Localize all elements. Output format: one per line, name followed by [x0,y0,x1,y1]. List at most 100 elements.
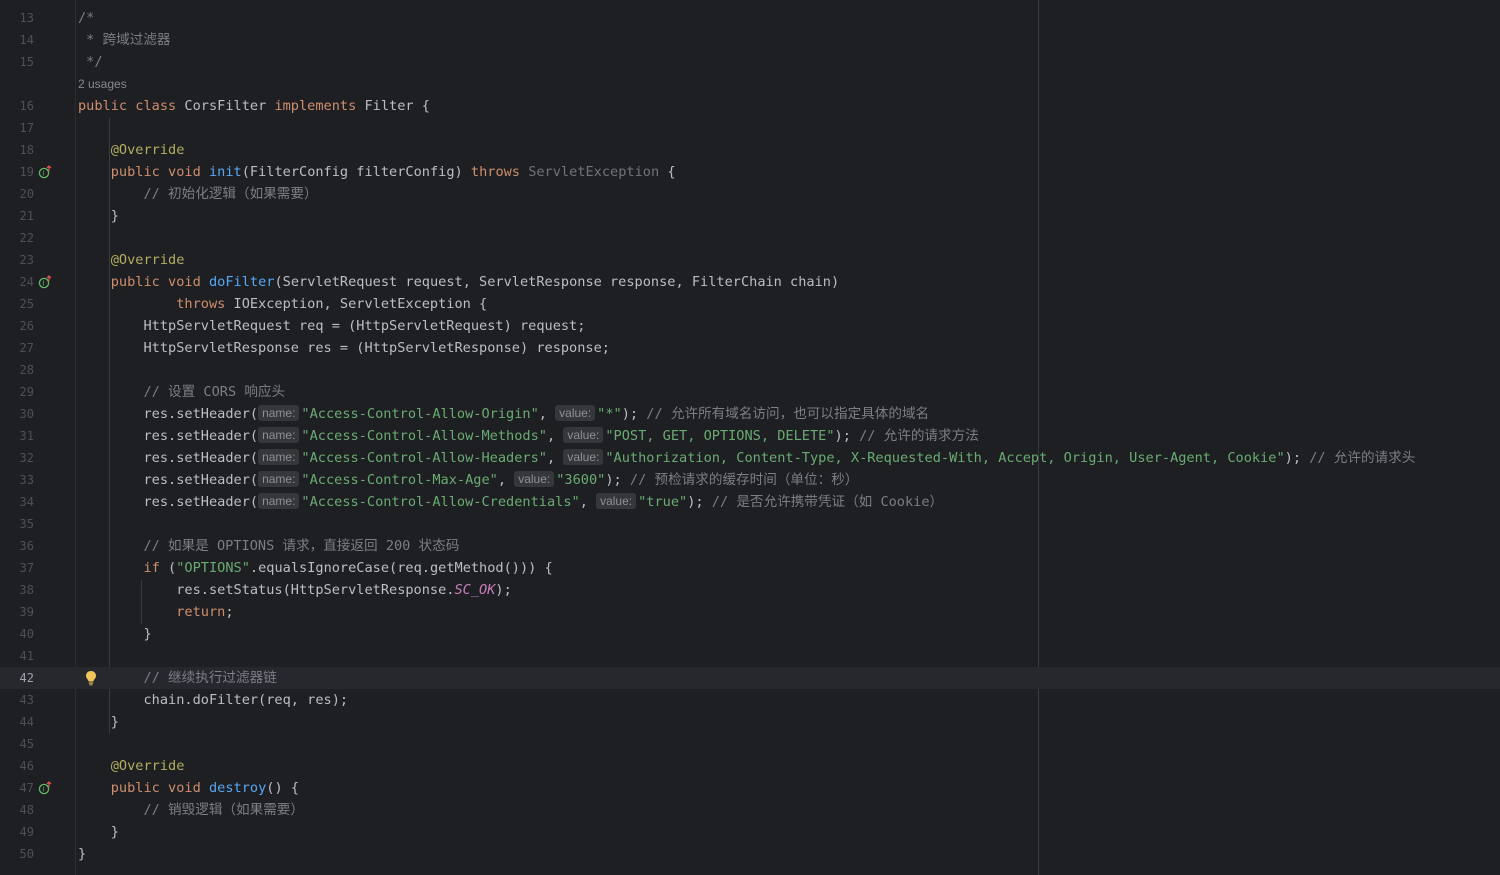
code-line[interactable]: 23 @Override [0,249,1500,271]
code-line[interactable]: 20 // 初始化逻辑（如果需要） [0,183,1500,205]
code-line[interactable]: 37 if ("OPTIONS".equalsIgnoreCase(req.ge… [0,557,1500,579]
code-editor[interactable]: 13 /* 14 * 跨域过滤器 15 */ 2 usages 16 publi… [0,0,1500,875]
line-number: 29 [19,385,34,399]
exception-type: ServletException [528,164,660,180]
code-line[interactable]: 36 // 如果是 OPTIONS 请求，直接返回 200 状态码 [0,535,1500,557]
code-text: res.setHeader( [143,406,259,422]
code-line[interactable]: 39 return; [0,601,1500,623]
string-literal: "OPTIONS" [176,560,250,576]
code-line[interactable]: 28 [0,359,1500,381]
implements-method-icon[interactable]: I [38,165,52,179]
code-line[interactable]: 49 } [0,821,1500,843]
line-number: 32 [19,451,34,465]
keyword: public class [78,98,177,114]
code-text: ; [225,604,234,620]
line-number: 28 [19,363,34,377]
keyword: public void [110,274,201,290]
comment: // 继续执行过滤器链 [143,670,277,686]
code-line[interactable]: 15 */ [0,51,1500,73]
code-line[interactable]: 21 } [0,205,1500,227]
usages-hint[interactable]: 2 usages [78,73,127,95]
line-number: 21 [19,209,34,223]
code-text: } [110,714,119,730]
string-literal: "Access-Control-Allow-Methods" [301,428,547,444]
string-literal: "Access-Control-Max-Age" [301,472,498,488]
keyword: throws [176,296,226,312]
code-text: , [538,406,547,422]
line-number: 45 [19,737,34,751]
code-text: } [143,626,152,642]
line-number: 39 [19,605,34,619]
line-number: 19 [19,165,34,179]
implements-method-icon[interactable]: I [38,781,52,795]
code-line[interactable]: 47 I public void destroy() { [0,777,1500,799]
code-line[interactable]: 35 [0,513,1500,535]
line-number: 25 [19,297,34,311]
code-line[interactable]: 46 @Override [0,755,1500,777]
line-number: 46 [19,759,34,773]
code-line[interactable]: 44 } [0,711,1500,733]
code-line[interactable]: 33 res.setHeader(name: "Access-Control-Ma… [0,469,1500,491]
line-number: 22 [19,231,34,245]
code-text: (FilterConfig filterConfig) [241,164,463,180]
code-line[interactable]: 45 [0,733,1500,755]
code-line[interactable]: 19 I public void init(FilterConfig filte… [0,161,1500,183]
code-text: ); [834,428,851,444]
comment: */ [78,54,103,70]
code-line[interactable]: 25 throws IOException, ServletException … [0,293,1500,315]
code-line[interactable]: 38 res.setStatus(HttpServletResponse.SC_… [0,579,1500,601]
svg-text:I: I [42,280,44,288]
line-number: 13 [19,11,34,25]
code-line[interactable]: 40 } [0,623,1500,645]
code-line[interactable]: 18 @Override [0,139,1500,161]
keyword: public void [110,780,201,796]
comment: // 如果是 OPTIONS 请求，直接返回 200 状态码 [143,538,460,554]
line-number: 48 [19,803,34,817]
parameter-hint: value: [563,449,604,465]
code-text: res.setStatus(HttpServletResponse. [176,582,455,598]
code-line[interactable]: 41 [0,645,1500,667]
line-number: 23 [19,253,34,267]
line-number: 31 [19,429,34,443]
line-number: 35 [19,517,34,531]
line-number: 38 [19,583,34,597]
method-name: doFilter [208,274,275,290]
code-text: } [78,846,87,862]
svg-text:I: I [42,170,44,178]
code-text: } [110,824,119,840]
parameter-hint: name: [258,405,300,421]
code-line[interactable]: 22 [0,227,1500,249]
code-line[interactable]: 32 res.setHeader(name: "Access-Control-Al… [0,447,1500,469]
code-line[interactable]: 16 public class CorsFilter implements Fi… [0,95,1500,117]
code-text: (ServletRequest request, ServletResponse… [274,274,840,290]
code-line[interactable]: 43 chain.doFilter(req, res); [0,689,1500,711]
current-code-line[interactable]: 42 // 继续执行过滤器链 [0,667,1500,689]
code-line[interactable]: 30 res.setHeader(name: "Access-Control-Al… [0,403,1500,425]
code-line[interactable]: 14 * 跨域过滤器 [0,29,1500,51]
code-text: HttpServletRequest req = (HttpServletReq… [143,318,586,334]
code-line[interactable]: 13 /* [0,7,1500,29]
code-line[interactable]: 50 } [0,843,1500,865]
keyword: if [143,560,160,576]
code-text: chain.doFilter(req, res); [143,692,349,708]
line-number: 50 [19,847,34,861]
code-line[interactable]: 26 HttpServletRequest req = (HttpServlet… [0,315,1500,337]
line-number: 27 [19,341,34,355]
line-number: 43 [19,693,34,707]
method-name: destroy [208,780,267,796]
parameter-hint: name: [258,427,300,443]
comment: // 初始化逻辑（如果需要） [143,186,318,202]
comment: // 设置 CORS 响应头 [143,384,286,400]
code-line[interactable]: 17 [0,117,1500,139]
string-literal: "Access-Control-Allow-Origin" [301,406,539,422]
code-line[interactable]: 31 res.setHeader(name: "Access-Control-Al… [0,425,1500,447]
implements-method-icon[interactable]: I [38,275,52,289]
comment: // 允许所有域名访问，也可以指定具体的域名 [646,406,930,422]
code-line[interactable]: 27 HttpServletResponse res = (HttpServle… [0,337,1500,359]
code-line[interactable]: 48 // 销毁逻辑（如果需要） [0,799,1500,821]
code-line[interactable]: 34 res.setHeader(name: "Access-Control-Al… [0,491,1500,513]
keyword: return [176,604,226,620]
code-line[interactable]: 24 I public void doFilter(ServletRequest… [0,271,1500,293]
code-line[interactable]: 29 // 设置 CORS 响应头 [0,381,1500,403]
parameter-hint: name: [258,471,300,487]
